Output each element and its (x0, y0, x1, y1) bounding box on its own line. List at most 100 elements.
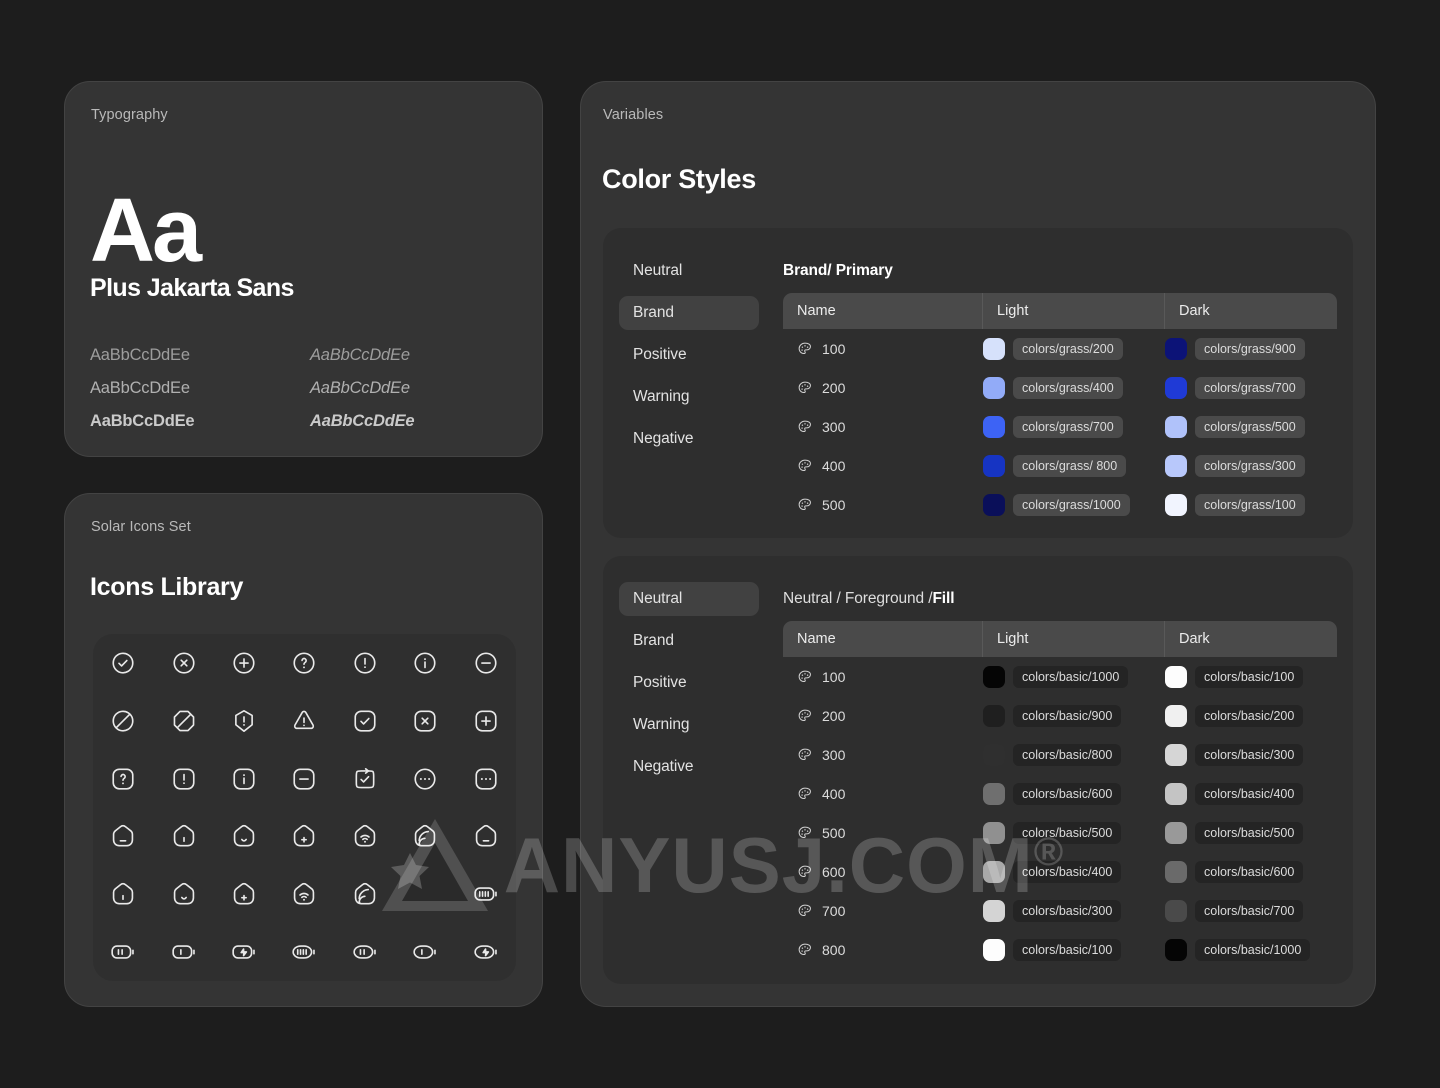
nav-item-positive[interactable]: Positive (619, 338, 759, 372)
home-bold-signal-icon[interactable] (352, 881, 378, 907)
column-header-light: Light (983, 293, 1165, 329)
palette-icon (797, 341, 813, 357)
forbidden-circle-icon[interactable] (110, 708, 136, 734)
check-square-icon[interactable] (352, 708, 378, 734)
dark-color-swatch (1165, 704, 1187, 727)
home-signal-icon[interactable] (412, 823, 438, 849)
light-token-chip: colors/grass/1000 (1013, 493, 1130, 516)
nav-item-brand[interactable]: Brand (619, 296, 759, 330)
x-square-icon[interactable] (412, 708, 438, 734)
battery-low-icon[interactable] (171, 939, 197, 965)
home-minus-icon[interactable] (110, 823, 136, 849)
cell-token-name: 300 (783, 747, 983, 763)
dark-token-chip: colors/basic/1000 (1195, 938, 1311, 961)
home-wifi-icon[interactable] (352, 823, 378, 849)
token-label: 700 (822, 902, 846, 919)
token-label: 500 (822, 496, 846, 513)
nav-item-warning[interactable]: Warning (619, 708, 759, 742)
nav-item-negative[interactable]: Negative (619, 422, 759, 456)
home-bold-plus-icon[interactable] (231, 881, 257, 907)
nav-item-neutral[interactable]: Neutral (619, 254, 759, 288)
light-token-chip: colors/basic/800 (1013, 743, 1122, 766)
nav-item-label: Negative (633, 430, 694, 447)
cell-token-name: 200 (783, 380, 983, 396)
table-row: 800 colors/basic/100 colors/basic/1000 (783, 930, 1337, 969)
light-color-swatch (983, 665, 1005, 688)
nav-item-warning[interactable]: Warning (619, 380, 759, 414)
light-token-chip: colors/grass/ 800 (1013, 454, 1127, 477)
table-row: 400 colors/basic/600 colors/basic/400 (783, 774, 1337, 813)
dark-token-chip: colors/basic/500 (1195, 821, 1304, 844)
dots-icon[interactable] (412, 881, 438, 907)
palette-icon (797, 903, 813, 919)
home-plus-icon[interactable] (291, 823, 317, 849)
light-token-chip: colors/grass/700 (1013, 415, 1123, 438)
table-row: 300 colors/grass/700 colors/grass/500 (783, 407, 1337, 446)
home-angle-icon[interactable] (473, 823, 499, 849)
dots-square-icon[interactable] (473, 766, 499, 792)
palette-icon (797, 864, 813, 880)
exclamation-square-icon[interactable] (171, 766, 197, 792)
nav-item-label: Warning (633, 388, 690, 405)
nav-item-brand[interactable]: Brand (619, 624, 759, 658)
question-square-icon[interactable] (110, 766, 136, 792)
info-circle-icon[interactable] (412, 650, 438, 676)
question-circle-icon[interactable] (291, 650, 317, 676)
home-smile-icon[interactable] (231, 823, 257, 849)
home-bold-wifi-icon[interactable] (291, 881, 317, 907)
battery-low-round-icon[interactable] (412, 939, 438, 965)
dark-color-swatch (1165, 454, 1187, 477)
table-row: 100 colors/grass/200 colors/grass/900 (783, 329, 1337, 368)
dark-color-swatch (1165, 493, 1187, 516)
cell-light-value: colors/grass/400 (983, 376, 1165, 399)
dark-color-swatch (1165, 415, 1187, 438)
check-circle-icon[interactable] (110, 650, 136, 676)
plus-square-icon[interactable] (473, 708, 499, 734)
battery-half-round-icon[interactable] (352, 939, 378, 965)
home-bold-smile-icon[interactable] (171, 881, 197, 907)
light-token-chip: colors/basic/300 (1013, 899, 1122, 922)
x-circle-icon[interactable] (171, 650, 197, 676)
icon-grid (93, 634, 516, 981)
light-token-chip: colors/basic/100 (1013, 938, 1122, 961)
clipboard-check-icon[interactable] (352, 766, 378, 792)
plus-circle-icon[interactable] (231, 650, 257, 676)
cell-dark-value: colors/grass/700 (1165, 376, 1337, 399)
specimen-roman-medium: AaBbCcDdEe (90, 379, 190, 397)
dark-token-chip: colors/basic/600 (1195, 860, 1304, 883)
battery-half-icon[interactable] (110, 939, 136, 965)
light-color-swatch (983, 821, 1005, 844)
table-row: 100 colors/basic/1000 colors/basic/100 (783, 657, 1337, 696)
brand-panel-breadcrumb: Brand/ Primary (783, 262, 893, 279)
nav-item-positive[interactable]: Positive (619, 666, 759, 700)
battery-full-icon[interactable] (473, 881, 499, 907)
warning-triangle-icon[interactable] (291, 708, 317, 734)
column-header-name: Name (783, 293, 983, 329)
cell-token-name: 700 (783, 903, 983, 919)
home-dot-icon[interactable] (171, 823, 197, 849)
battery-charge-round-icon[interactable] (473, 939, 499, 965)
cell-dark-value: colors/grass/100 (1165, 493, 1337, 516)
dots-circle-icon[interactable] (412, 766, 438, 792)
light-color-swatch (983, 899, 1005, 922)
forbidden-octagon-icon[interactable] (171, 708, 197, 734)
battery-full-round-icon[interactable] (291, 939, 317, 965)
nav-item-negative[interactable]: Negative (619, 750, 759, 784)
cell-token-name: 400 (783, 786, 983, 802)
typography-sample-glyphs: Aa (90, 181, 202, 281)
specimen-italic-regular: AaBbCcDdEe (310, 346, 410, 364)
battery-charge-icon[interactable] (231, 939, 257, 965)
dark-color-swatch (1165, 821, 1187, 844)
exclamation-circle-icon[interactable] (352, 650, 378, 676)
minus-circle-icon[interactable] (473, 650, 499, 676)
home-bold-dot-icon[interactable] (110, 881, 136, 907)
minus-square-icon[interactable] (291, 766, 317, 792)
cell-token-name: 800 (783, 942, 983, 958)
variables-eyebrow: Variables (603, 107, 664, 123)
exclamation-hexagon-icon[interactable] (231, 708, 257, 734)
cell-token-name: 100 (783, 669, 983, 685)
cell-token-name: 200 (783, 708, 983, 724)
design-system-board: Typography Aa Plus Jakarta Sans AaBbCcDd… (0, 0, 1440, 1088)
info-square-icon[interactable] (231, 766, 257, 792)
nav-item-neutral[interactable]: Neutral (619, 582, 759, 616)
